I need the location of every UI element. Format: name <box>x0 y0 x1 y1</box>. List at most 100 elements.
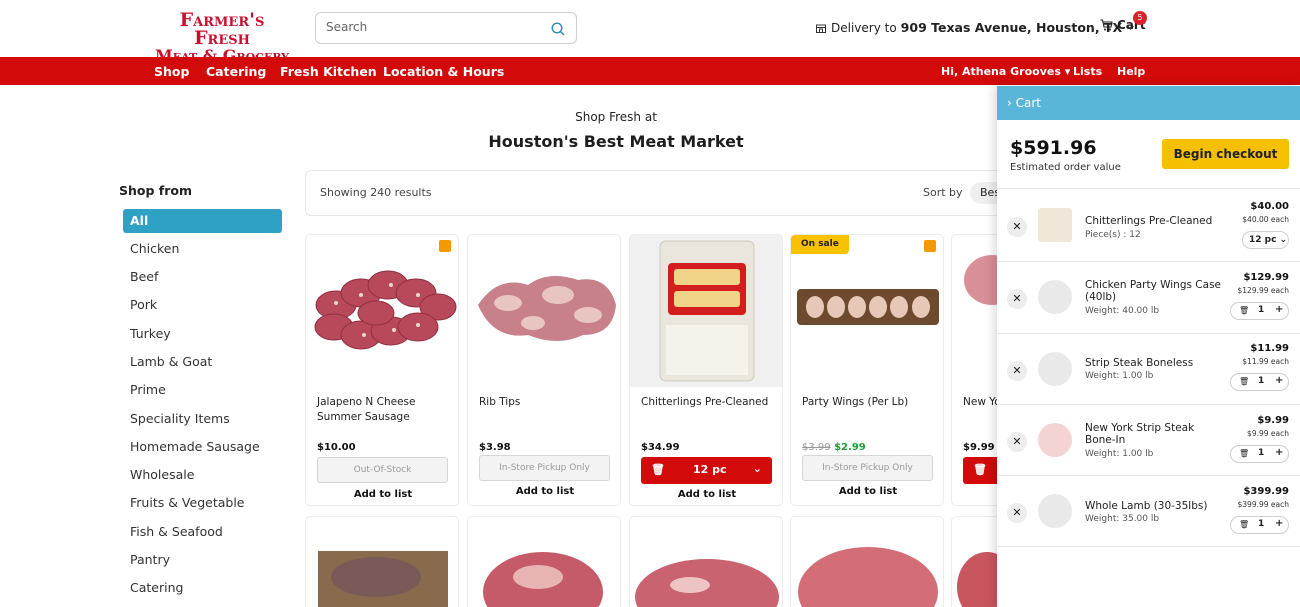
product-image[interactable] <box>468 235 620 387</box>
cart-item-quantity: 1 <box>1258 448 1265 458</box>
product-name[interactable]: Party Wings (Per Lb) <box>802 395 937 410</box>
plus-icon[interactable]: + <box>1275 304 1283 315</box>
category-chicken[interactable]: Chicken <box>123 237 282 261</box>
chevron-down-icon: ⌄ <box>1279 235 1288 245</box>
category-turkey[interactable]: Turkey <box>123 322 282 346</box>
cart-item-quantity: 1 <box>1258 305 1265 315</box>
cart-item: ✕ Chitterlings Pre-Cleaned Piece(s) : 12… <box>1007 190 1289 262</box>
product-image[interactable] <box>306 517 459 607</box>
category-fruits-vegetable[interactable]: Fruits & Vegetable <box>123 491 282 515</box>
category-pork[interactable]: Pork <box>123 293 282 317</box>
add-to-list-link[interactable]: Add to list <box>630 489 782 500</box>
product-card[interactable]: Chitterlings Pre-Cleaned $34.99 🗑 12 pc … <box>629 234 783 506</box>
nav-shop[interactable]: Shop <box>154 64 189 79</box>
category-wholesale[interactable]: Wholesale <box>123 463 282 487</box>
quantity-stepper[interactable]: 🗑 1 + <box>1230 302 1289 320</box>
remove-item-button[interactable]: ✕ <box>1007 217 1027 237</box>
product-price: $9.99 <box>963 442 995 453</box>
user-menu[interactable]: Hi, Athena Grooves ▾ <box>941 65 1070 78</box>
product-image[interactable] <box>630 235 782 387</box>
category-catering[interactable]: Catering <box>123 576 282 600</box>
product-image[interactable] <box>306 235 458 387</box>
product-card[interactable]: Rib Tips $3.98 In-Store Pickup Only Add … <box>467 234 621 506</box>
cart-icon <box>1100 19 1113 31</box>
sort-label: Sort by <box>923 186 963 199</box>
trash-icon[interactable]: 🗑 <box>973 463 987 476</box>
trash-icon[interactable]: 🗑 <box>1239 449 1249 458</box>
quantity-stepper[interactable]: 🗑 1 + <box>1230 516 1289 534</box>
product-image[interactable] <box>630 517 783 607</box>
search-input[interactable] <box>326 20 546 34</box>
cart-item-unit-price: $40.00 each <box>1242 215 1289 224</box>
quantity-stepper[interactable]: 🗑 1 + <box>1230 445 1289 463</box>
cart-item-name: Chicken Party Wings Case (40lb) <box>1085 279 1222 303</box>
trash-icon[interactable]: 🗑 <box>651 463 665 476</box>
product-card[interactable]: Jalapeno N Cheese Summer Sausage $10.00 … <box>305 234 459 506</box>
trash-icon[interactable]: 🗑 <box>1239 377 1249 386</box>
search-icon[interactable] <box>550 21 566 37</box>
quantity-stepper[interactable]: 🗑 1 + <box>1230 373 1289 391</box>
product-image[interactable] <box>791 235 943 387</box>
nav-help[interactable]: Help <box>1117 65 1145 78</box>
product-card[interactable] <box>467 516 621 607</box>
store-icon <box>816 24 826 33</box>
product-image[interactable] <box>468 517 621 607</box>
add-to-list-link[interactable]: Add to list <box>468 486 620 497</box>
cart-item-thumbnail <box>1038 280 1072 314</box>
product-card[interactable] <box>629 516 783 607</box>
remove-item-button[interactable]: ✕ <box>1007 289 1027 309</box>
product-card[interactable]: On sale Party Wings (Per Lb) $3.99 $2.99… <box>790 234 944 506</box>
trash-icon[interactable]: 🗑 <box>1239 306 1249 315</box>
category-homemade-sausage[interactable]: Homemade Sausage <box>123 435 282 459</box>
divider <box>997 546 1300 547</box>
cart-item: ✕ Strip Steak Boneless Weight: 1.00 lb $… <box>1007 334 1289 406</box>
add-to-list-link[interactable]: Add to list <box>306 489 458 500</box>
cart-item-unit-price: $399.99 each <box>1237 500 1290 509</box>
cart-item: ✕ Chicken Party Wings Case (40lb) Weight… <box>1007 262 1289 334</box>
cart-item-unit-price: $9.99 each <box>1247 429 1289 438</box>
nav-fresh-kitchen[interactable]: Fresh Kitchen <box>280 64 377 79</box>
remove-item-button[interactable]: ✕ <box>1007 361 1027 381</box>
cart-item-name: Chitterlings Pre-Cleaned <box>1085 215 1213 227</box>
quantity-selector[interactable]: 🗑 12 pc ⌄ <box>641 457 772 484</box>
plus-icon[interactable]: + <box>1275 447 1283 458</box>
cart-item-quantity-select[interactable]: 12 pc ⌄ <box>1242 231 1289 249</box>
chevron-right-icon[interactable]: › <box>1007 96 1012 110</box>
plus-icon[interactable]: + <box>1275 518 1283 529</box>
category-all[interactable]: All <box>123 209 282 233</box>
plus-icon[interactable]: + <box>1275 375 1283 386</box>
category-speciality-items[interactable]: Speciality Items <box>123 407 282 431</box>
nav-catering[interactable]: Catering <box>206 64 266 79</box>
cart-item-detail: Weight: 35.00 lb <box>1085 514 1160 524</box>
product-card[interactable] <box>305 516 459 607</box>
begin-checkout-button[interactable]: Begin checkout <box>1162 139 1289 169</box>
cart-drawer-header[interactable]: › Cart <box>997 86 1300 120</box>
cart-item-price: $40.00 <box>1250 201 1289 212</box>
product-name[interactable]: Rib Tips <box>479 395 614 410</box>
product-name[interactable]: Jalapeno N Cheese Summer Sausage <box>317 395 452 425</box>
user-greeting: Hi, Athena Grooves <box>941 65 1061 78</box>
cart-item-quantity: 1 <box>1258 376 1265 386</box>
nav-location-hours[interactable]: Location & Hours <box>383 64 504 79</box>
category-fish-seafood[interactable]: Fish & Seafood <box>123 520 282 544</box>
remove-item-button[interactable]: ✕ <box>1007 432 1027 452</box>
product-price: $3.98 <box>479 442 511 453</box>
product-name[interactable]: Chitterlings Pre-Cleaned <box>641 395 776 410</box>
category-prime[interactable]: Prime <box>123 378 282 402</box>
trash-icon[interactable]: 🗑 <box>1239 520 1249 529</box>
add-to-list-link[interactable]: Add to list <box>791 486 943 497</box>
cart-item-thumbnail <box>1038 423 1072 457</box>
in-store-pickup-button: In-Store Pickup Only <box>802 455 933 481</box>
nav-lists[interactable]: Lists <box>1073 65 1102 78</box>
store-logo[interactable]: Farmer's Fresh Meat & Grocery <box>152 11 292 65</box>
cart-item: ✕ Whole Lamb (30-35lbs) Weight: 35.00 lb… <box>1007 476 1289 548</box>
divider <box>997 188 1300 189</box>
category-beef[interactable]: Beef <box>123 265 282 289</box>
delivery-selector[interactable]: Delivery to 909 Texas Avenue, Houston, T… <box>815 20 1135 35</box>
search-box[interactable] <box>315 12 577 44</box>
product-card[interactable] <box>790 516 944 607</box>
product-image[interactable] <box>791 517 944 607</box>
category-lamb-goat[interactable]: Lamb & Goat <box>123 350 282 374</box>
category-pantry[interactable]: Pantry <box>123 548 282 572</box>
remove-item-button[interactable]: ✕ <box>1007 503 1027 523</box>
